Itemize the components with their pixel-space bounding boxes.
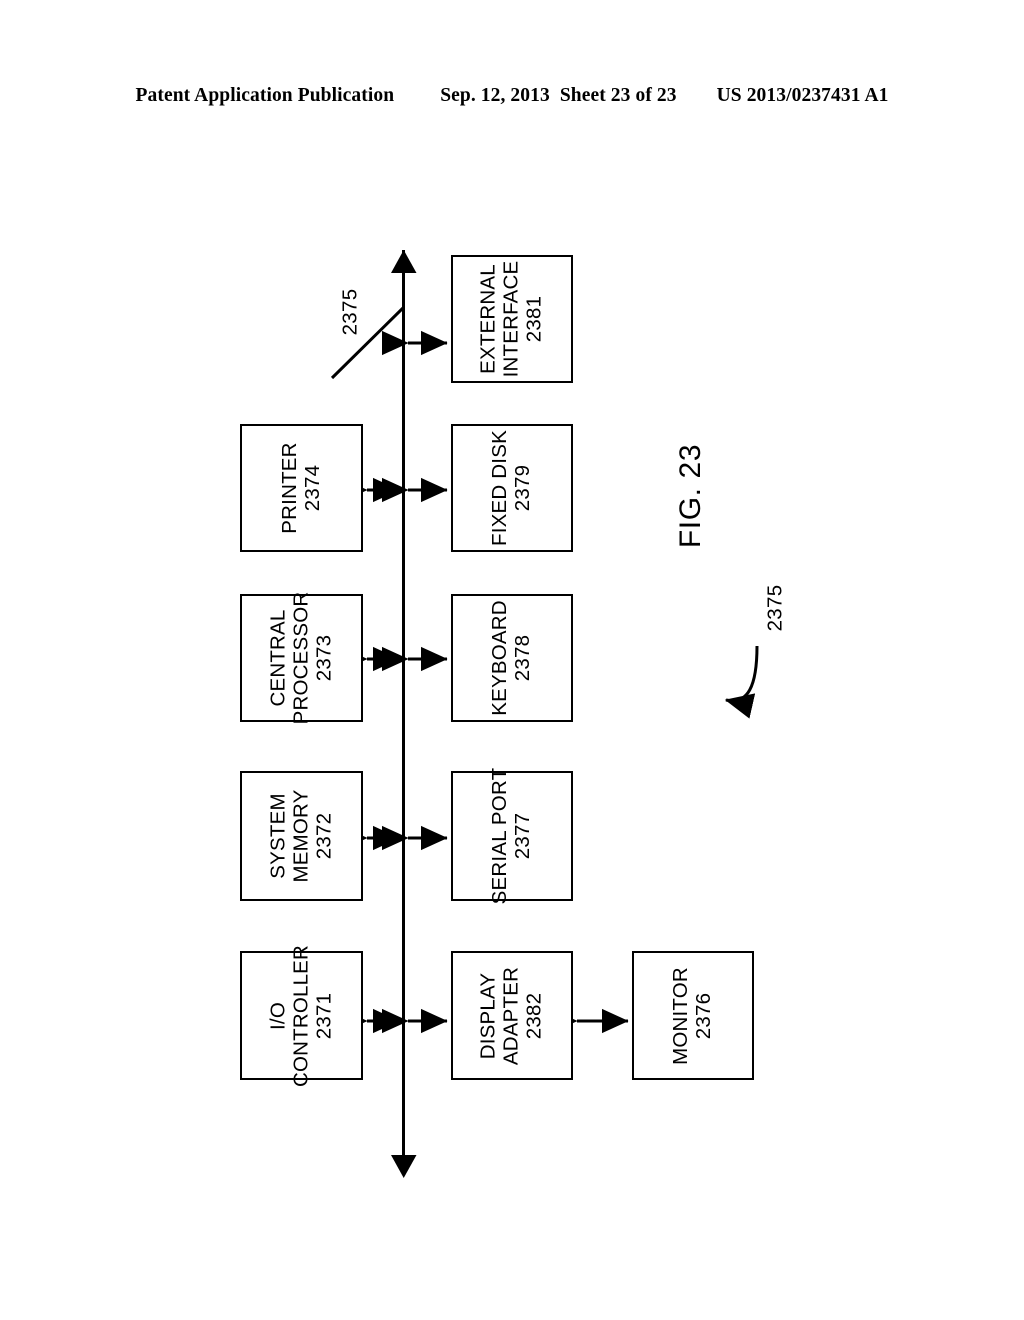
block-keyboard: KEYBOARD 2378 (451, 594, 573, 722)
block-central-processor-line1: CENTRAL (266, 609, 290, 707)
block-system-memory-text: SYSTEM MEMORY 2372 (266, 789, 336, 883)
block-fixed-disk-line1: FIXED DISK (488, 430, 512, 546)
block-printer-ref: 2374 (300, 464, 324, 512)
block-display-adapter-line1: DISPLAY (476, 972, 500, 1059)
block-printer: PRINTER 2374 (240, 424, 363, 552)
block-io-controller-text: I/O CONTROLLER 2371 (266, 944, 336, 1087)
block-display-adapter-text: DISPLAY ADAPTER 2382 (476, 966, 547, 1065)
block-serial-port: SERIAL PORT 2377 (451, 768, 573, 904)
block-serial-port-ref: 2377 (511, 812, 534, 860)
block-display-adapter: DISPLAY ADAPTER 2382 (451, 951, 573, 1080)
figure-23-block-diagram: EXTERNAL INTERFACE 2381 PRINTER 2374 FIX… (0, 0, 1024, 1320)
block-io-controller-ref: 2371 (311, 992, 335, 1039)
block-printer-line1: PRINTER (277, 442, 301, 534)
block-serial-port-line1: SERIAL PORT (488, 767, 512, 905)
block-external-interface-ref: 2381 (522, 295, 546, 343)
block-monitor: MONITOR 2376 (632, 951, 754, 1080)
block-central-processor-ref: 2373 (311, 634, 335, 682)
block-io-controller-line1: I/O (266, 1001, 290, 1030)
block-central-processor-text: CENTRAL PROCESSOR 2373 (266, 591, 336, 725)
bus-reference-label-secondary: 2375 (763, 584, 787, 632)
block-external-interface: EXTERNAL INTERFACE 2381 (451, 255, 573, 383)
block-monitor-ref: 2376 (692, 992, 715, 1039)
block-system-memory-line1: SYSTEM (266, 793, 290, 879)
block-keyboard-line1: KEYBOARD (488, 600, 512, 716)
block-serial-port-text: SERIAL PORT 2377 (488, 767, 535, 905)
block-io-controller-line2: CONTROLLER (289, 944, 313, 1087)
system-bus-line (402, 250, 406, 1175)
block-fixed-disk-text: FIXED DISK 2379 (488, 430, 535, 546)
block-system-memory: SYSTEM MEMORY 2372 (240, 771, 363, 901)
block-external-interface-line1: EXTERNAL (476, 264, 500, 374)
block-system-memory-line2: MEMORY (289, 789, 313, 883)
block-io-controller: I/O CONTROLLER 2371 (240, 944, 363, 1087)
figure-label-text: FIG. 23 (674, 443, 707, 549)
block-keyboard-ref: 2378 (511, 634, 534, 682)
block-central-processor-line2: PROCESSOR (289, 591, 313, 725)
bus-reference-secondary-arrow (724, 645, 759, 719)
block-display-adapter-line2: ADAPTER (499, 966, 523, 1065)
block-external-interface-text: EXTERNAL INTERFACE 2381 (476, 260, 547, 378)
block-external-interface-line2: INTERFACE (499, 260, 523, 378)
block-fixed-disk: FIXED DISK 2379 (451, 424, 573, 552)
block-monitor-text: MONITOR 2376 (669, 966, 716, 1065)
block-display-adapter-ref: 2382 (522, 992, 546, 1039)
block-monitor-line1: MONITOR (669, 966, 693, 1065)
block-printer-text: PRINTER 2374 (277, 442, 325, 534)
block-central-processor: CENTRAL PROCESSOR 2373 (240, 591, 363, 725)
block-system-memory-ref: 2372 (311, 812, 335, 860)
block-fixed-disk-ref: 2379 (511, 464, 534, 512)
figure-label: FIG. 23 (636, 432, 746, 560)
block-keyboard-text: KEYBOARD 2378 (488, 600, 535, 716)
bus-reference-label: 2375 (338, 288, 362, 336)
